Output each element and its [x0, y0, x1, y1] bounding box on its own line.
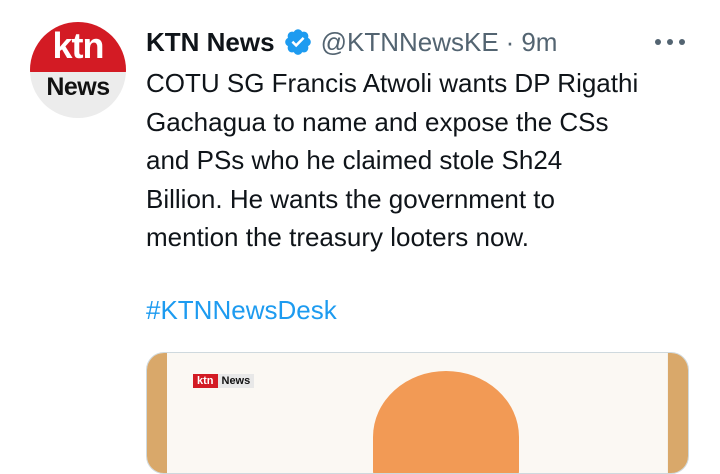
cap-shape [373, 371, 519, 473]
media-ktn-logo: ktn News [193, 374, 255, 388]
timestamp[interactable]: 9m [521, 27, 557, 58]
tweet-text-line: and PSs who he claimed stole Sh24 [146, 145, 563, 175]
more-dot [667, 39, 673, 45]
media-frame-left [147, 353, 167, 473]
tweet-text-line: Gachagua to name and expose the CSs [146, 106, 609, 137]
more-dot [655, 39, 661, 45]
media-logo-ktn: ktn [193, 374, 218, 388]
tweet-text-line: Billion. He wants the government to [146, 183, 555, 214]
media-frame-right [668, 353, 688, 473]
account-handle[interactable]: @KTNNewsKE [321, 27, 499, 58]
more-horizontal-icon[interactable] [655, 32, 685, 52]
avatar-logo-news: News [46, 73, 110, 101]
avatar[interactable]: ktn News [30, 22, 126, 118]
media-logo-news: News [217, 374, 255, 388]
tweet-header: KTN News @KTNNewsKE · 9m [146, 24, 557, 60]
media-image [167, 353, 667, 473]
display-name[interactable]: KTN News [146, 27, 275, 58]
tweet-text: COTU SG Francis Atwoli wants DP Rigathi … [146, 64, 706, 257]
hashtag-link[interactable]: #KTNNewsDesk [146, 291, 337, 329]
separator-dot: · [505, 26, 515, 57]
avatar-logo-ktn: ktn [52, 25, 105, 66]
verified-badge-icon[interactable] [283, 27, 313, 57]
more-dot [679, 39, 685, 45]
tweet-text-line: COTU SG Francis Atwoli wants DP Rigathi [146, 68, 639, 98]
tweet-media[interactable]: ktn News [146, 352, 689, 474]
tweet-text-line: mention the treasury looters now. [146, 222, 529, 252]
